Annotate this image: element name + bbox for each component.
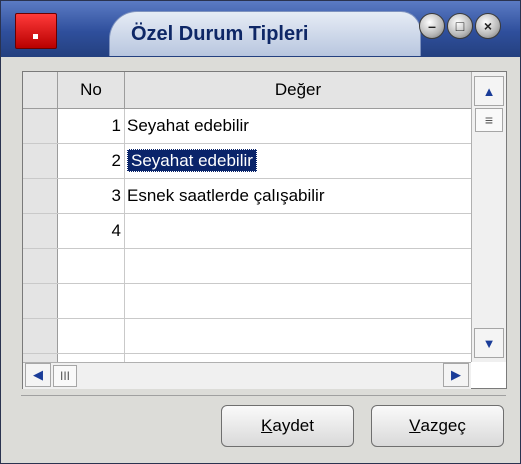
- save-button[interactable]: Kaydet: [221, 405, 354, 447]
- scroll-down-button[interactable]: ▼: [474, 328, 504, 358]
- column-header-value[interactable]: Değer: [125, 72, 471, 108]
- cell-value[interactable]: [127, 319, 467, 353]
- grid-header: No Değer: [23, 72, 471, 109]
- cell-value[interactable]: Seyahat edebilir: [127, 144, 467, 178]
- arrow-right-icon: ▶: [451, 367, 461, 382]
- cell-no[interactable]: 3: [58, 179, 125, 213]
- row-indicator[interactable]: [23, 144, 58, 178]
- title-bar[interactable]: Özel Durum Tipleri – □ ×: [1, 1, 520, 57]
- grip-icon: ≡: [484, 112, 494, 128]
- cell-no[interactable]: [58, 249, 125, 283]
- vertical-scrollbar[interactable]: ▲ ≡ ▼: [471, 72, 506, 362]
- row-indicator[interactable]: [23, 109, 58, 143]
- row-indicator[interactable]: [23, 319, 58, 353]
- save-accelerator: K: [261, 416, 273, 435]
- arrow-up-icon: ▲: [482, 83, 496, 99]
- divider: [21, 395, 506, 396]
- cell-value[interactable]: Seyahat edebilir: [127, 109, 467, 143]
- selected-cell-text: Seyahat edebilir: [127, 149, 257, 172]
- row-indicator[interactable]: [23, 249, 58, 283]
- column-header-no[interactable]: No: [58, 72, 125, 108]
- arrow-left-icon: ◀: [33, 367, 43, 382]
- maximize-icon: □: [455, 18, 465, 34]
- cell-value[interactable]: [127, 284, 467, 318]
- close-button[interactable]: ×: [475, 13, 501, 39]
- table-row[interactable]: 3 Esnek saatlerde çalışabilir: [23, 179, 471, 214]
- table-row[interactable]: [23, 319, 471, 354]
- table-row[interactable]: [23, 284, 471, 319]
- cell-value[interactable]: [127, 249, 467, 283]
- header-corner[interactable]: [23, 72, 58, 108]
- cell-text: Esnek saatlerde çalışabilir: [127, 186, 325, 205]
- scroll-left-button[interactable]: ◀: [25, 363, 51, 387]
- grip-icon: III: [59, 369, 70, 383]
- cell-no[interactable]: 4: [58, 214, 125, 248]
- table-row[interactable]: 4: [23, 214, 471, 249]
- vertical-scroll-thumb[interactable]: ≡: [475, 108, 503, 132]
- data-grid[interactable]: No Değer 1 Seyahat edebilir 2 Seyahat edebi…: [22, 71, 507, 389]
- close-icon: ×: [483, 18, 493, 34]
- window-title: Özel Durum Tipleri: [131, 23, 309, 45]
- row-indicator[interactable]: [23, 284, 58, 318]
- table-row[interactable]: 1 Seyahat edebilir: [23, 109, 471, 144]
- table-row[interactable]: 2 Seyahat edebilir: [23, 144, 471, 179]
- scroll-up-button[interactable]: ▲: [474, 76, 504, 106]
- maximize-button[interactable]: □: [447, 13, 473, 39]
- cell-no[interactable]: 2: [58, 144, 125, 178]
- table-row[interactable]: [23, 249, 471, 284]
- app-icon[interactable]: [15, 13, 57, 49]
- save-label: aydet: [272, 416, 314, 435]
- cancel-label: azgeç: [420, 416, 466, 435]
- minimize-button[interactable]: –: [419, 13, 445, 39]
- cell-value[interactable]: [127, 214, 467, 248]
- cell-text: Seyahat edebilir: [127, 116, 249, 135]
- cell-value[interactable]: Esnek saatlerde çalışabilir: [127, 179, 467, 213]
- row-indicator[interactable]: [23, 179, 58, 213]
- scroll-right-button[interactable]: ▶: [443, 363, 469, 387]
- cell-no[interactable]: [58, 319, 125, 353]
- cell-no[interactable]: 1: [58, 109, 125, 143]
- cancel-accelerator: V: [409, 416, 421, 435]
- horizontal-scrollbar[interactable]: ◀ III ▶: [23, 362, 471, 389]
- arrow-down-icon: ▼: [482, 335, 496, 351]
- minimize-icon: –: [428, 18, 436, 34]
- cell-no[interactable]: [58, 284, 125, 318]
- horizontal-scroll-thumb[interactable]: III: [53, 365, 77, 387]
- row-indicator[interactable]: [23, 214, 58, 248]
- cancel-button[interactable]: Vazgeç: [371, 405, 504, 447]
- dialog-window: Özel Durum Tipleri – □ × No Değer 1 Seyah…: [0, 0, 521, 464]
